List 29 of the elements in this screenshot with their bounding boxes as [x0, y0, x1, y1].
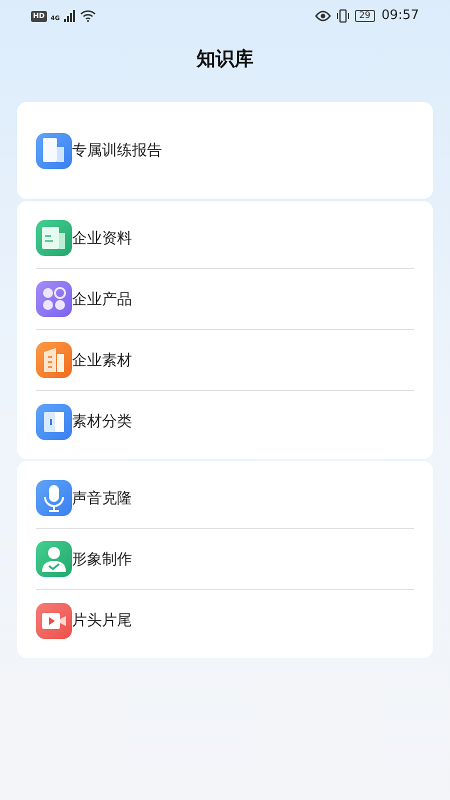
eye-icon	[315, 10, 332, 22]
menu-item-label: 专属训练报告	[72, 140, 162, 162]
menu-item-label: 声音克隆	[72, 488, 132, 509]
battery-indicator: 29	[355, 10, 375, 22]
menu-item[interactable]: 专属训练报告	[36, 120, 414, 181]
menu-item[interactable]: 企业产品	[36, 269, 414, 330]
signal-icon	[64, 10, 76, 22]
video-icon	[36, 602, 72, 638]
report-icon	[36, 132, 72, 168]
product-icon	[36, 281, 72, 317]
voice-icon	[36, 480, 72, 516]
vibrate-icon	[336, 9, 350, 23]
page-title: 知识库	[196, 46, 254, 72]
avatar-icon	[36, 541, 72, 577]
menu-item[interactable]: 形象制作	[36, 529, 414, 590]
menu-item[interactable]: 片头片尾	[36, 590, 414, 651]
menu-item-label: 企业产品	[72, 288, 132, 310]
menu-item-label: 企业资料	[72, 228, 132, 249]
wifi-icon	[80, 10, 96, 22]
menu-item-label: 企业素材	[72, 350, 132, 371]
menu-item[interactable]: 企业资料	[36, 208, 414, 269]
menu-item-label: 片头片尾	[72, 610, 132, 632]
menu-item-label: 形象制作	[72, 548, 132, 570]
menu-item[interactable]: 声音克隆	[36, 468, 414, 529]
menu-item[interactable]: 素材分类	[36, 391, 414, 452]
document-icon	[36, 220, 72, 256]
status-time: 09:57	[382, 7, 419, 26]
menu-item-label: 素材分类	[72, 411, 132, 432]
menu-item[interactable]: 企业素材	[36, 330, 414, 391]
